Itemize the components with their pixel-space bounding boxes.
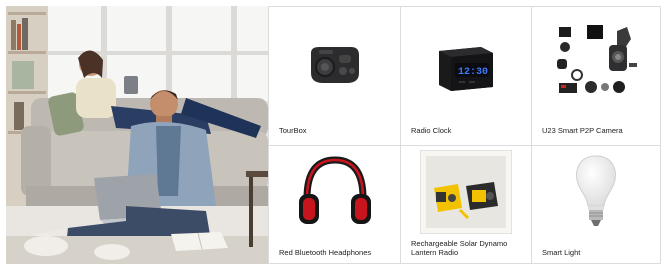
product-name: Radio Clock	[411, 126, 452, 135]
light-bulb-icon	[532, 150, 660, 234]
product-card-u23-camera[interactable]: U23 Smart P2P Camera	[532, 6, 661, 146]
product-name: Smart Light	[542, 248, 581, 257]
tourbox-controller-icon	[269, 15, 400, 115]
product-card-red-headphones[interactable]: Red Bluetooth Headphones	[269, 146, 401, 264]
product-card-radio-clock[interactable]: 12:30 Radio Clock	[401, 6, 532, 146]
spy-camera-kit-icon	[532, 15, 660, 115]
svg-text:12:30: 12:30	[458, 67, 488, 78]
product-grid: TourBox 12:30 Radio Clock U23 Smart P2P …	[268, 6, 661, 264]
product-card-lantern-radio[interactable]: Rechargeable Solar Dynamo Lantern Radio	[401, 146, 532, 264]
lantern-radio-icon	[401, 150, 531, 234]
product-card-tourbox[interactable]: TourBox	[269, 6, 401, 146]
headphones-icon	[269, 150, 400, 234]
product-name: Red Bluetooth Headphones	[279, 248, 372, 257]
product-name: TourBox	[279, 126, 307, 135]
radio-clock-icon: 12:30	[401, 15, 531, 115]
product-name: U23 Smart P2P Camera	[542, 126, 623, 135]
product-name: Rechargeable Solar Dynamo Lantern Radio	[411, 239, 508, 257]
hero-lifestyle-image	[6, 6, 268, 264]
product-card-smart-light[interactable]: Smart Light	[532, 146, 661, 264]
